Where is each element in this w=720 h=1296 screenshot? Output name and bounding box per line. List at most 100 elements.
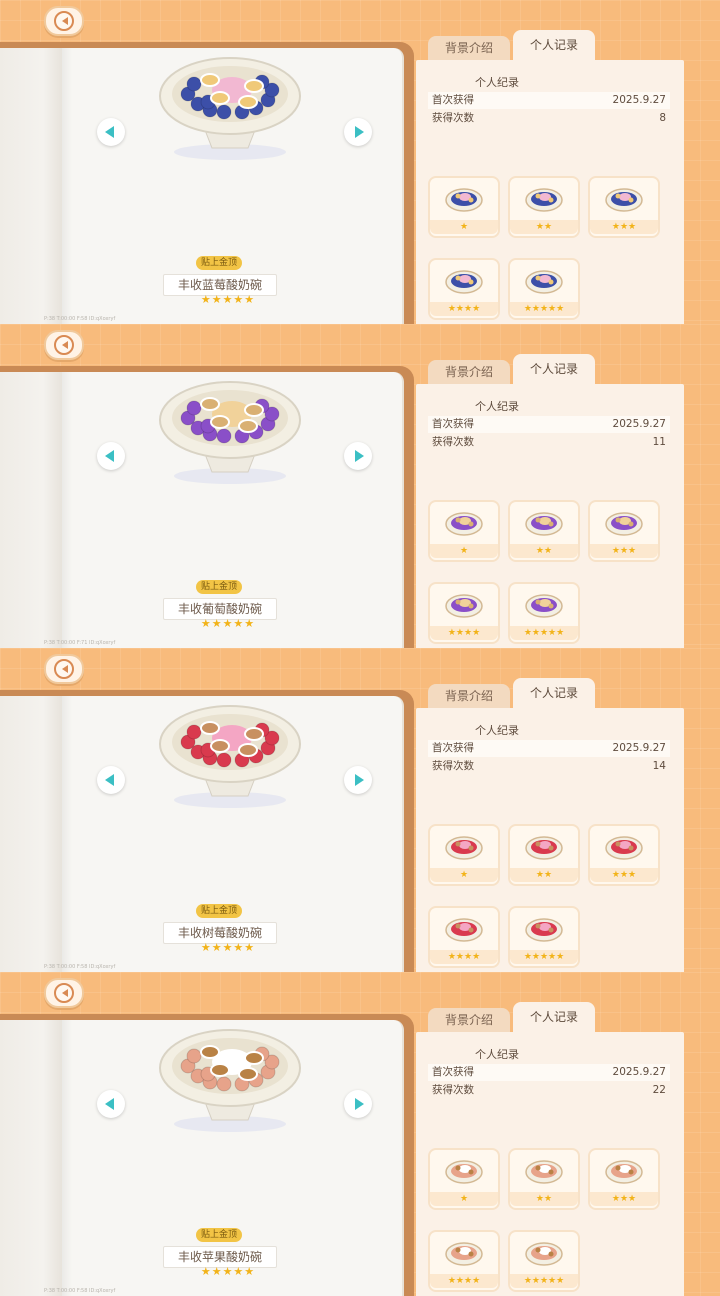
- variant-star-rating: ★★★: [590, 220, 658, 234]
- times-obtained-row: 获得次数 8: [428, 110, 670, 127]
- fruit-piece: [186, 724, 202, 740]
- back-button[interactable]: [44, 330, 84, 360]
- tab-personal-record[interactable]: 个人记录: [513, 30, 595, 62]
- fruit-piece: [186, 400, 202, 416]
- variant-thumbnail[interactable]: ★★★: [588, 500, 660, 562]
- fruit-piece: [216, 752, 232, 768]
- topping-piece: [200, 1045, 220, 1059]
- record-title: 个人纪录: [475, 400, 519, 413]
- back-arrow-icon: [54, 983, 74, 1003]
- yogurt-bowl-image: [159, 705, 301, 808]
- tab-background-info[interactable]: 背景介绍: [428, 360, 510, 386]
- dish-star-rating: ★★★★★: [200, 617, 256, 630]
- variant-thumbnail[interactable]: ★★★: [588, 176, 660, 238]
- variant-bowl-icon: [525, 188, 563, 212]
- variant-thumbnail[interactable]: ★★: [508, 500, 580, 562]
- book-spine: [0, 48, 62, 324]
- variant-bowl-icon: [445, 594, 483, 618]
- first-obtained-row: 首次获得 2025.9.27: [428, 1064, 670, 1081]
- variant-star-rating: ★★: [510, 868, 578, 882]
- arrow-right-icon: [355, 450, 364, 462]
- variant-thumbnail[interactable]: ★★★: [588, 1148, 660, 1210]
- topping-piece: [238, 95, 258, 109]
- personal-record-panel: 个人纪录 首次获得 2025.9.27 获得次数 8 ★ ★★ ★★★ ★★★★ ★★★…: [416, 60, 684, 324]
- back-button[interactable]: [44, 978, 84, 1008]
- variant-bowl-icon: [445, 836, 483, 860]
- record-title: 个人纪录: [475, 76, 519, 89]
- fruit-piece: [186, 1048, 202, 1064]
- variant-thumbnail[interactable]: ★★★★★: [508, 582, 580, 644]
- variant-star-rating: ★★★★★: [510, 626, 578, 640]
- variant-thumbnail[interactable]: ★: [428, 500, 500, 562]
- tab-background-info[interactable]: 背景介绍: [428, 36, 510, 62]
- previous-dish-button[interactable]: [97, 1090, 125, 1118]
- previous-dish-button[interactable]: [97, 118, 125, 146]
- variant-star-rating: ★★: [510, 1192, 578, 1206]
- variant-star-rating: ★★★★★: [510, 950, 578, 964]
- variant-star-rating: ★: [430, 220, 498, 234]
- variant-thumbnail[interactable]: ★★★★★: [508, 906, 580, 968]
- variant-thumbnail[interactable]: ★★: [508, 824, 580, 886]
- personal-record-panel: 个人纪录 首次获得 2025.9.27 获得次数 14 ★ ★★ ★★★ ★★★★ ★★…: [416, 708, 684, 972]
- fruit-piece: [186, 76, 202, 92]
- dish-star-rating: ★★★★★: [200, 1265, 256, 1278]
- variant-thumbnail[interactable]: ★★★★★: [508, 258, 580, 320]
- variant-thumbnail[interactable]: ★: [428, 824, 500, 886]
- topping-piece: [238, 743, 258, 757]
- topping-piece: [244, 79, 264, 93]
- variant-star-rating: ★: [430, 544, 498, 558]
- debug-info-text: P:38 T:00:00 F:58 ID:qXoxryf: [44, 964, 116, 970]
- yogurt-bowl-image: [159, 381, 301, 484]
- times-obtained-row: 获得次数 14: [428, 758, 670, 775]
- previous-dish-button[interactable]: [97, 766, 125, 794]
- topping-piece: [244, 403, 264, 417]
- next-dish-button[interactable]: [344, 118, 372, 146]
- first-obtained-value: 2025.9.27: [612, 94, 666, 106]
- variant-thumbnail[interactable]: ★★: [508, 176, 580, 238]
- back-button[interactable]: [44, 6, 84, 36]
- book-spine: [0, 1020, 62, 1296]
- variant-bowl-icon: [445, 270, 483, 294]
- back-button[interactable]: [44, 654, 84, 684]
- next-dish-button[interactable]: [344, 766, 372, 794]
- previous-dish-button[interactable]: [97, 442, 125, 470]
- back-arrow-icon: [54, 11, 74, 31]
- variant-bowl-icon: [525, 594, 563, 618]
- arrow-right-icon: [355, 126, 364, 138]
- tab-background-info[interactable]: 背景介绍: [428, 684, 510, 710]
- variant-thumbnail[interactable]: ★★★★: [428, 906, 500, 968]
- debug-info-text: P:38 T:00:00 F:58 ID:qXoxryf: [44, 316, 116, 322]
- next-dish-button[interactable]: [344, 442, 372, 470]
- variant-thumbnail[interactable]: ★★★: [588, 824, 660, 886]
- variant-star-rating: ★★★★: [430, 302, 498, 316]
- variant-star-rating: ★★★: [590, 544, 658, 558]
- variant-thumbnail[interactable]: ★★★★★: [508, 1230, 580, 1292]
- variant-bowl-icon: [525, 270, 563, 294]
- variant-thumbnail[interactable]: ★★: [508, 1148, 580, 1210]
- times-obtained-value: 8: [659, 112, 666, 124]
- tab-personal-record[interactable]: 个人记录: [513, 678, 595, 710]
- variant-thumbnail[interactable]: ★★★★: [428, 1230, 500, 1292]
- tab-personal-record[interactable]: 个人记录: [513, 354, 595, 386]
- variant-bowl-icon: [605, 836, 643, 860]
- variant-bowl-icon: [525, 1160, 563, 1184]
- gold-badge: 贴上金顶: [196, 1228, 242, 1242]
- variant-star-rating: ★★: [510, 220, 578, 234]
- gold-badge: 贴上金顶: [196, 580, 242, 594]
- times-obtained-label: 获得次数: [432, 1084, 474, 1096]
- arrow-right-icon: [355, 1098, 364, 1110]
- variant-thumbnail[interactable]: ★: [428, 1148, 500, 1210]
- tab-personal-record[interactable]: 个人记录: [513, 1002, 595, 1034]
- variant-bowl-icon: [525, 836, 563, 860]
- tab-background-info[interactable]: 背景介绍: [428, 1008, 510, 1034]
- first-obtained-label: 首次获得: [432, 94, 474, 106]
- next-dish-button[interactable]: [344, 1090, 372, 1118]
- dish-record-panel: 贴上金顶 丰收树莓酸奶碗 ★★★★★ P:38 T:00:00 F:58 ID:…: [0, 648, 720, 972]
- topping-piece: [200, 73, 220, 87]
- variant-star-rating: ★★★: [590, 868, 658, 882]
- variant-thumbnail[interactable]: ★★★★: [428, 258, 500, 320]
- first-obtained-value: 2025.9.27: [612, 742, 666, 754]
- variant-thumbnail[interactable]: ★: [428, 176, 500, 238]
- variant-thumbnail[interactable]: ★★★★: [428, 582, 500, 644]
- topping-piece: [210, 1063, 230, 1077]
